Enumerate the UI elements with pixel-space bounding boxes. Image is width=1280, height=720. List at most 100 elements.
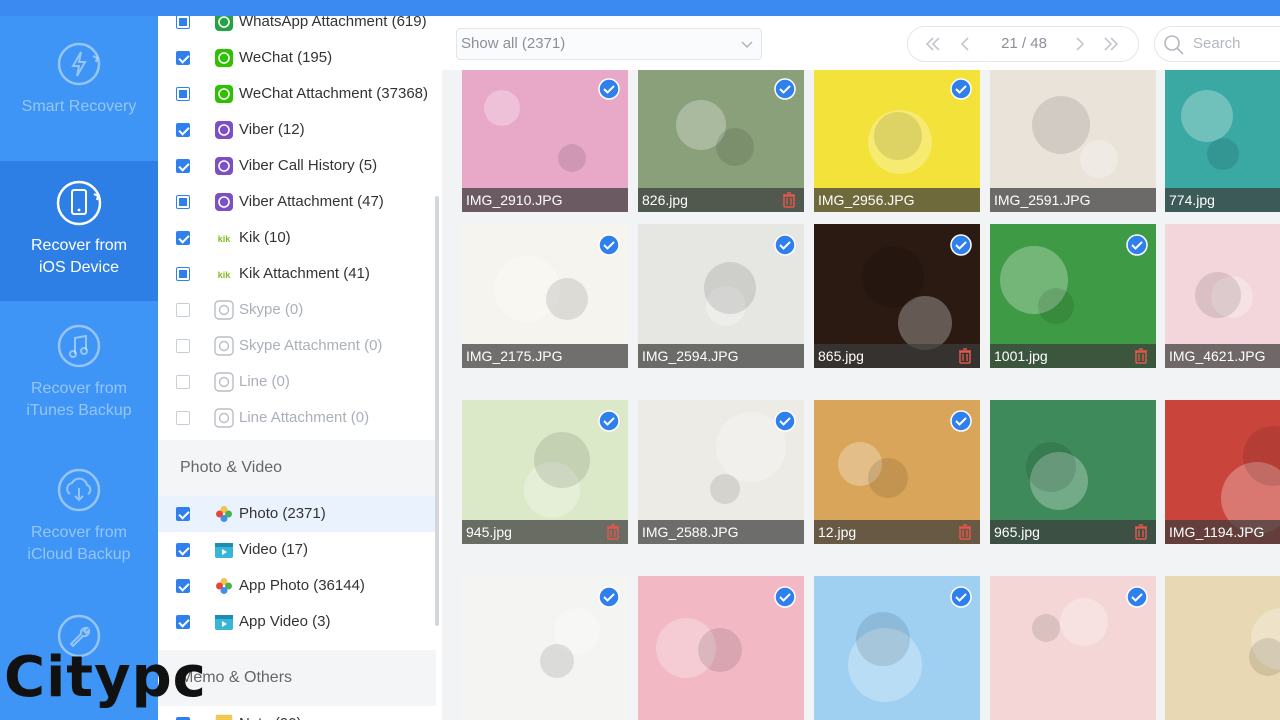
photo-thumbnail[interactable]: 865.jpg xyxy=(814,224,980,368)
category-row[interactable]: kik Kik (10) xyxy=(158,220,436,256)
selected-check-icon[interactable] xyxy=(774,410,796,432)
photo-thumbnail[interactable]: IMG_2175.JPG xyxy=(462,224,628,368)
photo-thumbnail[interactable]: 965.jpg xyxy=(990,400,1156,544)
category-row[interactable]: Skype Attachment (0) xyxy=(158,328,436,364)
prev-page-icon[interactable] xyxy=(956,35,974,53)
category-checkbox[interactable] xyxy=(176,303,190,317)
filename-bar: 826.jpg xyxy=(638,188,804,212)
category-checkbox[interactable] xyxy=(176,159,190,173)
photo-thumbnail[interactable]: 774.jpg xyxy=(1165,70,1280,212)
selected-check-icon[interactable] xyxy=(774,586,796,608)
selected-check-icon[interactable] xyxy=(774,234,796,256)
selected-check-icon[interactable] xyxy=(1126,234,1148,256)
photo-thumbnail[interactable]: IMG_2910.JPG xyxy=(462,70,628,212)
category-checkbox[interactable] xyxy=(176,51,190,65)
category-checkbox[interactable] xyxy=(176,615,190,629)
photo-thumbnail[interactable] xyxy=(638,576,804,720)
category-checkbox[interactable] xyxy=(176,507,190,521)
category-label: Video (17) xyxy=(239,541,308,558)
category-label: Viber (12) xyxy=(239,121,305,138)
category-row[interactable]: kik Kik Attachment (41) xyxy=(158,256,436,292)
selected-check-icon[interactable] xyxy=(950,586,972,608)
category-row[interactable]: App Video (3) xyxy=(158,604,436,640)
category-checkbox[interactable] xyxy=(176,543,190,557)
selected-check-icon[interactable] xyxy=(950,410,972,432)
photo-thumbnail[interactable] xyxy=(1165,576,1280,720)
viber-icon xyxy=(215,157,233,175)
photo-thumbnail[interactable] xyxy=(814,576,980,720)
category-label: WeChat Attachment (37368) xyxy=(239,85,428,102)
trash-icon xyxy=(1135,524,1147,540)
photo-thumbnail[interactable]: 945.jpg xyxy=(462,400,628,544)
selected-check-icon[interactable] xyxy=(774,78,796,100)
category-row[interactable]: Photo (2371) xyxy=(158,496,436,532)
category-row[interactable]: WhatsApp Attachment (619) xyxy=(158,16,436,40)
photo-thumbnail[interactable]: IMG_2956.JPG xyxy=(814,70,980,212)
selected-check-icon[interactable] xyxy=(1126,586,1148,608)
selected-check-icon[interactable] xyxy=(598,410,620,432)
category-checkbox[interactable] xyxy=(176,375,190,389)
music-note-icon xyxy=(57,324,101,368)
selected-check-icon[interactable] xyxy=(598,234,620,256)
section-header-photo-video[interactable]: Photo & Video xyxy=(158,440,436,496)
category-row[interactable]: Skype (0) xyxy=(158,292,436,328)
photo-filename: 865.jpg xyxy=(818,348,864,364)
photo-thumbnail[interactable]: IMG_1194.JPG xyxy=(1165,400,1280,544)
skype-icon xyxy=(214,300,234,320)
category-checkbox[interactable] xyxy=(176,579,190,593)
nav-smart-recovery[interactable]: Smart Recovery xyxy=(0,24,158,164)
nav-recover-ios-device[interactable]: Recover from iOS Device xyxy=(0,161,158,301)
category-panel: WhatsApp Attachment (619) WeChat (195) WeC… xyxy=(158,16,443,720)
category-row[interactable]: App Photo (36144) xyxy=(158,568,436,604)
line-icon xyxy=(214,372,234,392)
selected-check-icon[interactable] xyxy=(950,78,972,100)
last-page-icon[interactable] xyxy=(1102,35,1120,53)
category-checkbox[interactable] xyxy=(176,411,190,425)
photo-thumbnail[interactable]: IMG_4621.JPG xyxy=(1165,224,1280,368)
filename-bar: 774.jpg xyxy=(1165,188,1280,212)
category-checkbox[interactable] xyxy=(176,123,190,137)
search-box[interactable]: Search xyxy=(1154,26,1280,62)
filename-bar: 945.jpg xyxy=(462,520,628,544)
photos-icon xyxy=(216,506,232,522)
photo-thumbnail[interactable]: 826.jpg xyxy=(638,70,804,212)
category-checkbox[interactable] xyxy=(176,231,190,245)
category-row[interactable]: Line (0) xyxy=(158,364,436,400)
photo-thumbnail[interactable]: IMG_2594.JPG xyxy=(638,224,804,368)
category-checkbox[interactable] xyxy=(176,16,190,29)
category-row[interactable]: WeChat (195) xyxy=(158,40,436,76)
photo-thumbnail[interactable]: IMG_2591.JPG xyxy=(990,70,1156,212)
category-row[interactable]: Viber Attachment (47) xyxy=(158,184,436,220)
selected-check-icon[interactable] xyxy=(950,234,972,256)
filename-bar: IMG_4621.JPG xyxy=(1165,344,1280,368)
photo-thumbnail[interactable]: 1001.jpg xyxy=(990,224,1156,368)
nav-recover-itunes[interactable]: Recover from iTunes Backup xyxy=(0,308,158,448)
category-row[interactable]: WeChat Attachment (37368) xyxy=(158,76,436,112)
category-checkbox[interactable] xyxy=(176,267,190,281)
photo-image xyxy=(1165,576,1280,720)
category-checkbox[interactable] xyxy=(176,87,190,101)
category-row[interactable]: Viber (12) xyxy=(158,112,436,148)
photo-thumbnail[interactable]: IMG_2588.JPG xyxy=(638,400,804,544)
photo-thumbnail[interactable] xyxy=(462,576,628,720)
photo-grid: IMG_2910.JPG 826.jpg IMG_2956.JPG IMG_2591.… xyxy=(442,70,1280,720)
bolt-recovery-icon xyxy=(57,42,101,86)
category-row[interactable]: Viber Call History (5) xyxy=(158,148,436,184)
filename-bar: IMG_2175.JPG xyxy=(462,344,628,368)
first-page-icon[interactable] xyxy=(924,35,942,53)
next-page-icon[interactable] xyxy=(1071,35,1089,53)
category-row[interactable]: Video (17) xyxy=(158,532,436,568)
selected-check-icon[interactable] xyxy=(598,586,620,608)
category-checkbox[interactable] xyxy=(176,195,190,209)
category-checkbox[interactable] xyxy=(176,339,190,353)
photo-thumbnail[interactable] xyxy=(990,576,1156,720)
category-label: Note (90) xyxy=(239,706,302,720)
category-scrollbar[interactable] xyxy=(435,196,439,626)
category-row[interactable]: Line Attachment (0) xyxy=(158,400,436,436)
trash-icon xyxy=(959,348,971,364)
photo-thumbnail[interactable]: 12.jpg xyxy=(814,400,980,544)
selected-check-icon[interactable] xyxy=(598,78,620,100)
show-filter-select[interactable]: Show all (2371) xyxy=(456,28,762,60)
nav-recover-icloud[interactable]: Recover from iCloud Backup xyxy=(0,452,158,592)
category-label: Line (0) xyxy=(239,373,290,390)
